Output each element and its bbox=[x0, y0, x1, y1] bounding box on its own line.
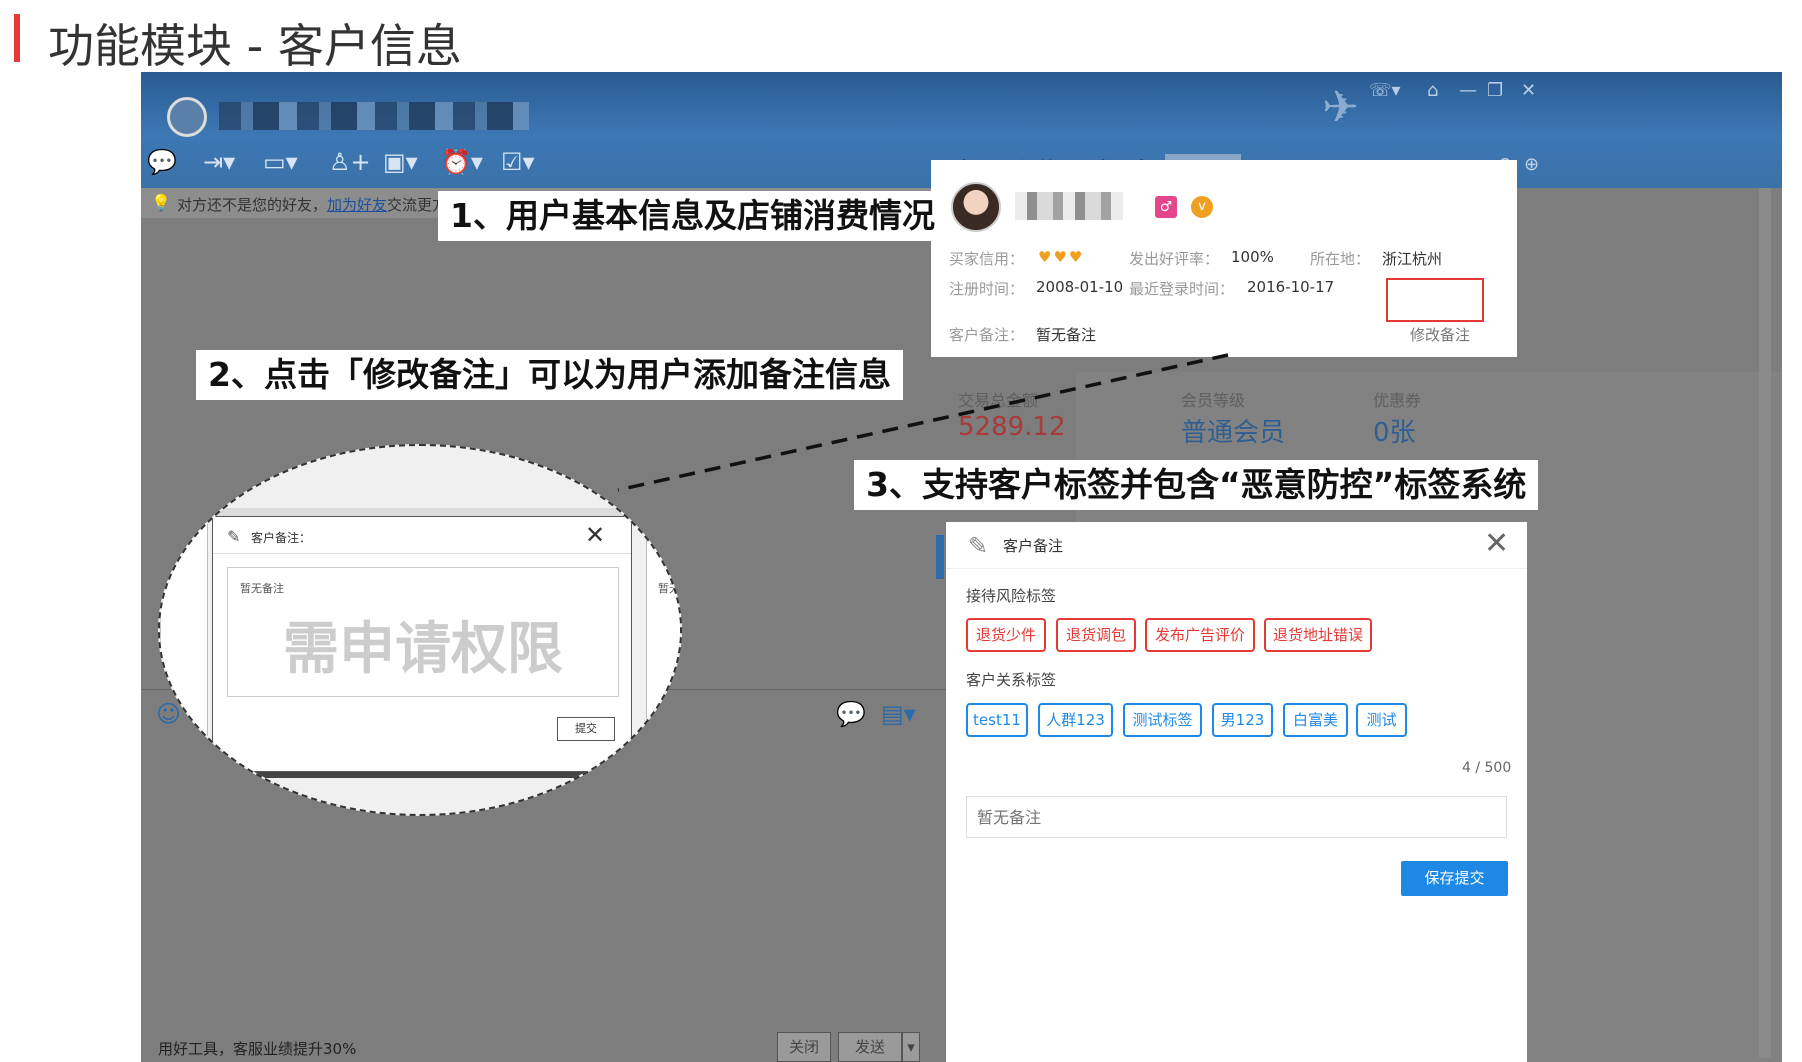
magnified-left-panel bbox=[160, 516, 208, 772]
relation-tag[interactable]: 白富美 bbox=[1283, 703, 1348, 737]
note-input[interactable] bbox=[966, 796, 1507, 838]
risk-tag[interactable]: 退货少件 bbox=[966, 618, 1046, 652]
dialog-divider bbox=[946, 568, 1527, 569]
relation-tag[interactable]: 男123 bbox=[1212, 703, 1273, 737]
relation-tag[interactable]: 人群123 bbox=[1038, 703, 1113, 737]
customer-tag-dialog: ✎ 客户备注 ✕ 接待风险标签 退货少件 退货调包 发布广告评价 退货地址错误 … bbox=[946, 522, 1527, 1062]
risk-tags-label: 接待风险标签 bbox=[966, 587, 1057, 605]
magnified-side-text: 暂无 bbox=[658, 582, 680, 595]
edit-icon: ✎ bbox=[968, 532, 989, 560]
dialog-accent-strip bbox=[936, 535, 944, 579]
note-dialog: ✎ 客户备注： ✕ 暂无备注 需申请权限 提交 bbox=[212, 516, 632, 772]
note-placeholder: 暂无备注 bbox=[240, 582, 284, 595]
permission-watermark: 需申请权限 bbox=[283, 617, 563, 682]
note-char-counter: 4 / 500 bbox=[1462, 760, 1512, 776]
tag-dialog-title: 客户备注 bbox=[1003, 537, 1064, 555]
slide: 功能模块 - 客户信息 ✈ ☏▾ ⌂ — ❐ ✕ 💬 ⇥▾ ▭▾ ♙+ ▣▾ ⏰… bbox=[0, 0, 1802, 1062]
edit-icon: ✎ bbox=[227, 527, 241, 546]
note-dialog-title: 客户备注： bbox=[251, 531, 312, 545]
relation-tag[interactable]: 测试 bbox=[1356, 703, 1407, 737]
magnified-top-border bbox=[160, 508, 680, 516]
save-submit-button[interactable]: 保存提交 bbox=[1401, 861, 1508, 896]
dialog-divider bbox=[213, 553, 631, 554]
risk-tag[interactable]: 发布广告评价 bbox=[1145, 618, 1255, 652]
magnified-note-dialog: 暂无 ✎ 客户备注： ✕ 暂无备注 需申请权限 提交 bbox=[158, 444, 682, 816]
magnified-bottom-border bbox=[160, 772, 680, 778]
relation-tag[interactable]: 测试标签 bbox=[1123, 703, 1202, 737]
magnified-right-panel bbox=[646, 516, 680, 772]
close-icon[interactable]: ✕ bbox=[585, 521, 605, 549]
submit-button[interactable]: 提交 bbox=[557, 717, 615, 741]
risk-tag[interactable]: 退货地址错误 bbox=[1264, 618, 1372, 652]
relation-tag[interactable]: test11 bbox=[966, 703, 1028, 737]
relation-tags-label: 客户关系标签 bbox=[966, 671, 1057, 689]
risk-tag[interactable]: 退货调包 bbox=[1056, 618, 1136, 652]
note-textarea[interactable]: 暂无备注 需申请权限 bbox=[227, 567, 619, 697]
close-icon[interactable]: ✕ bbox=[1484, 526, 1509, 561]
